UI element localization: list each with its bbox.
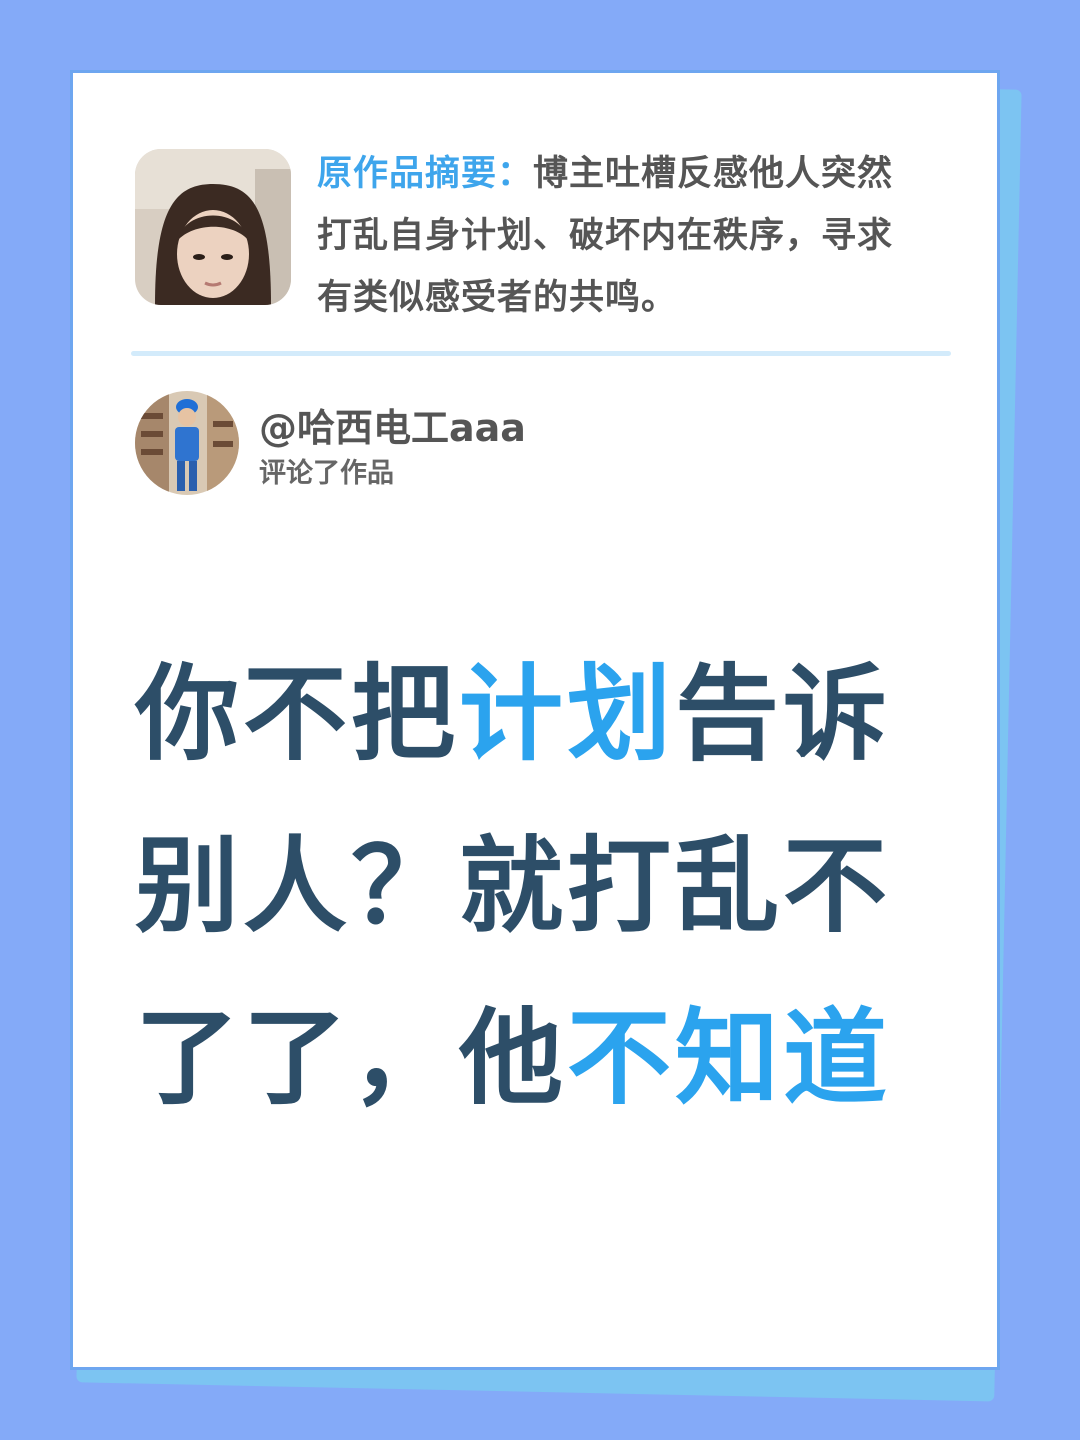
comment-action-text: 评论了作品 (259, 458, 394, 489)
headline-highlight: 计划 (459, 653, 676, 775)
author-avatar[interactable] (135, 149, 291, 305)
commenter-handle[interactable]: @哈西电工aaa (259, 397, 526, 452)
summary-line-3: 有类似感受者的共鸣。 (317, 278, 678, 318)
headline-part: 了了，他 (135, 997, 568, 1119)
card: 原作品摘要：博主吐槽反感他人突然 打乱自身计划、破坏内在秩序，寻求 有类似感受者… (70, 70, 1000, 1370)
summary-line-1: 博主吐槽反感他人突然 (533, 154, 894, 194)
commenter-avatar[interactable] (135, 391, 239, 495)
divider (131, 351, 951, 356)
summary-text: 原作品摘要：博主吐槽反感他人突然 打乱自身计划、破坏内在秩序，寻求 有类似感受者… (317, 143, 957, 329)
headline-highlight: 不知道 (567, 997, 892, 1119)
headline-part: 你不把 (135, 653, 460, 775)
comment-headline: 你不把计划告诉 别人？就打乱不 了了，他不知道 (135, 628, 955, 1144)
summary-label: 原作品摘要： (317, 154, 534, 194)
summary-line-2: 打乱自身计划、破坏内在秩序，寻求 (317, 216, 894, 256)
commenter: @哈西电工aaa 评论了作品 (135, 391, 735, 501)
headline-part: 告诉 (675, 653, 892, 775)
original-post-summary: 原作品摘要：博主吐槽反感他人突然 打乱自身计划、破坏内在秩序，寻求 有类似感受者… (135, 143, 955, 318)
headline-part: 别人？就打乱不 (135, 825, 892, 947)
